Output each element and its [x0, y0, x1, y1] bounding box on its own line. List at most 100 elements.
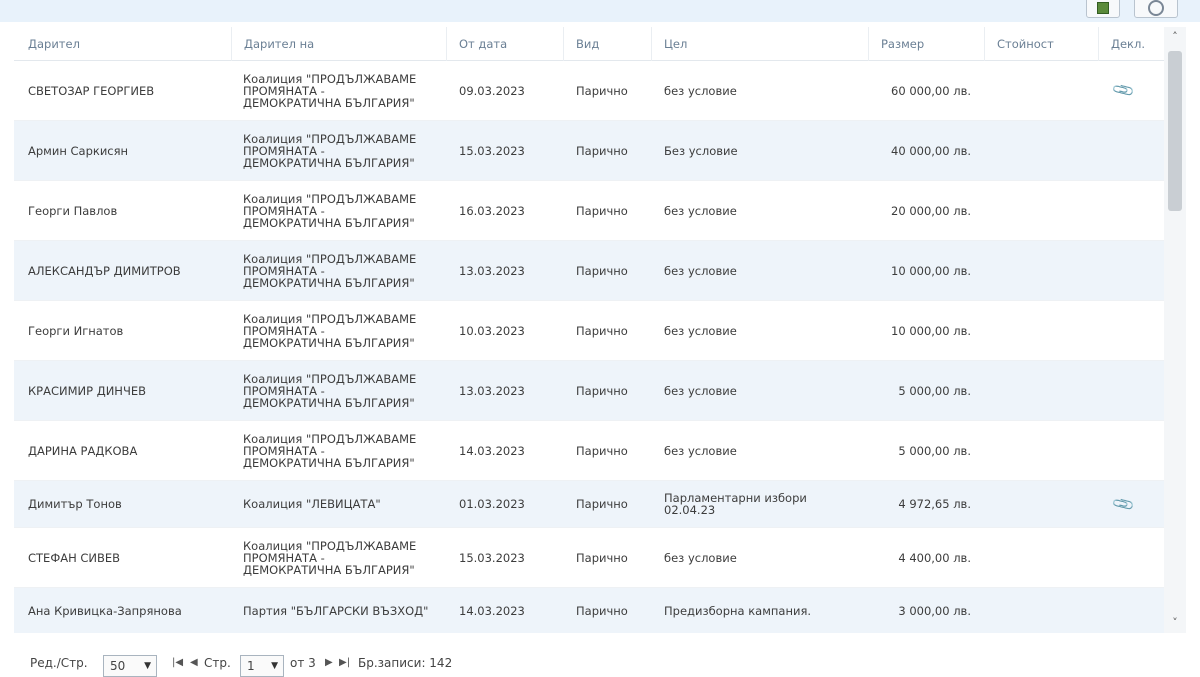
cell-donor: Георги Павлов — [28, 203, 118, 218]
table-row[interactable]: Ана Кривицка-Запрянова Партия "БЪЛГАРСКИ … — [14, 588, 1164, 633]
cell-recipient: Коалиция "ПРОДЪЛЖАВАМЕ ПРОМЯНАТА - ДЕМОКРА… — [243, 301, 443, 360]
purpose-line: Без условие — [664, 143, 738, 158]
cell-type: Парично — [576, 604, 628, 618]
cell-type: Парично — [576, 323, 628, 338]
cell-recipient: Коалиция "ПРОДЪЛЖАВАМЕ ПРОМЯНАТА - ДЕМОКРА… — [243, 61, 443, 120]
recipient-line: Коалиция "ПРОДЪЛЖАВАМЕ — [243, 371, 417, 386]
column-header-amount[interactable]: Размер — [868, 27, 984, 61]
cell-type: Парично — [576, 83, 628, 98]
cell-value — [996, 421, 1096, 480]
table-row[interactable]: Георги Павлов Коалиция "ПРОДЪЛЖАВАМЕ ПРОМЯ… — [14, 181, 1164, 241]
purpose-line: Предизборна кампания. — [664, 604, 812, 618]
cell-value — [996, 61, 1096, 120]
last-page-icon[interactable]: ▶| — [339, 657, 350, 668]
table-row[interactable]: АЛЕКСАНДЪР ДИМИТРОВ Коалиция "ПРОДЪЛЖАВАМ… — [14, 241, 1164, 301]
cell-donor: Ана Кривицка-Запрянова — [28, 604, 182, 618]
table-row[interactable]: Армин Саркисян Коалиция "ПРОДЪЛЖАВАМЕ ПРОМ… — [14, 121, 1164, 181]
column-header-purpose[interactable]: Цел — [651, 27, 868, 61]
purpose-line: без условие — [664, 323, 737, 338]
table-row[interactable]: СТЕФАН СИВЕВ Коалиция "ПРОДЪЛЖАВАМЕ ПРОМЯН… — [14, 528, 1164, 588]
table-row[interactable]: СВЕТОЗАР ГЕОРГИЕВ Коалиция "ПРОДЪЛЖАВАМЕ П… — [14, 61, 1164, 121]
recipient-line: Коалиция "ПРОДЪЛЖАВАМЕ — [243, 311, 417, 326]
pager: Ред./Стр. 50 ▼ |◀ ◀ Стр. 1 ▼ от 3 ▶ ▶| Б… — [0, 650, 1200, 677]
column-header-recipient[interactable]: Дарител на — [231, 27, 446, 61]
recipient-line: ПРОМЯНАТА - — [243, 443, 325, 458]
cell-value — [996, 361, 1096, 420]
page-count-label: от 3 — [290, 655, 316, 670]
table-row[interactable]: КРАСИМИР ДИНЧЕВ Коалиция "ПРОДЪЛЖАВАМЕ ПРО… — [14, 361, 1164, 421]
table-row[interactable]: ДАРИНА РАДКОВА Коалиция "ПРОДЪЛЖАВАМЕ ПРОМ… — [14, 421, 1164, 481]
cell-date: 14.03.2023 — [459, 604, 525, 618]
table-row[interactable]: Димитър Тонов Коалиция "ЛЕВИЦАТА" 01.03.20… — [14, 481, 1164, 528]
cell-type: Парично — [576, 550, 628, 565]
cell-purpose: без условие — [664, 181, 864, 240]
cell-donor: КРАСИМИР ДИНЧЕВ — [28, 383, 146, 398]
column-header-value[interactable]: Стойност — [984, 27, 1098, 61]
cell-amount: 10 000,00 лв. — [891, 263, 971, 278]
rows-per-page-label: Ред./Стр. — [30, 655, 88, 670]
cell-amount: 5 000,00 лв. — [898, 383, 971, 398]
cell-date: 14.03.2023 — [459, 443, 525, 458]
recipient-line: ДЕМОКРАТИЧНА БЪЛГАРИЯ" — [243, 395, 415, 410]
rows-per-page-select[interactable]: 50 ▼ — [103, 655, 157, 677]
purpose-line: 02.04.23 — [664, 503, 716, 517]
recipient-line: ПРОМЯНАТА - — [243, 83, 325, 98]
cell-recipient: Коалиция "ПРОДЪЛЖАВАМЕ ПРОМЯНАТА - ДЕМОКРА… — [243, 121, 443, 180]
recipient-line: ДЕМОКРАТИЧНА БЪЛГАРИЯ" — [243, 562, 415, 577]
refresh-button[interactable] — [1134, 0, 1178, 18]
recipient-line: ПРОМЯНАТА - — [243, 323, 325, 338]
excel-export-icon — [1097, 2, 1109, 14]
page-value: 1 — [247, 659, 255, 673]
cell-purpose: без условие — [664, 361, 864, 420]
cell-purpose: без условие — [664, 421, 864, 480]
first-page-icon[interactable]: |◀ — [172, 657, 183, 668]
cell-type: Парично — [576, 443, 628, 458]
cell-value — [996, 301, 1096, 360]
scroll-up-icon[interactable]: ˄ — [1164, 27, 1186, 47]
cell-amount: 3 000,00 лв. — [898, 604, 971, 618]
column-header-date[interactable]: От дата — [446, 27, 563, 61]
cell-date: 13.03.2023 — [459, 383, 525, 398]
attachment-icon[interactable]: 📎 — [1111, 77, 1137, 102]
chevron-down-icon: ▼ — [144, 661, 151, 671]
cell-donor: Армин Саркисян — [28, 143, 129, 158]
purpose-line: без условие — [664, 383, 737, 398]
next-page-icon[interactable]: ▶ — [325, 657, 333, 668]
recipient-line: ПРОМЯНАТА - — [243, 550, 325, 565]
recipient-line: ПРОМЯНАТА - — [243, 203, 325, 218]
cell-donor: СВЕТОЗАР ГЕОРГИЕВ — [28, 83, 155, 98]
cell-value — [996, 241, 1096, 300]
attachment-icon[interactable]: 📎 — [1111, 491, 1137, 516]
cell-donor: Георги Игнатов — [28, 323, 124, 338]
export-button[interactable] — [1086, 0, 1120, 18]
column-header-type[interactable]: Вид — [563, 27, 651, 61]
recipient-line: Коалиция "ПРОДЪЛЖАВАМЕ — [243, 251, 417, 266]
cell-recipient: Коалиция "ПРОДЪЛЖАВАМЕ ПРОМЯНАТА - ДЕМОКРА… — [243, 421, 443, 480]
purpose-line: без условие — [664, 263, 737, 278]
cell-amount: 20 000,00 лв. — [891, 203, 971, 218]
recipient-line: Партия "БЪЛГАРСКИ ВЪЗХОД" — [243, 604, 429, 618]
cell-donor: Димитър Тонов — [28, 497, 122, 511]
cell-recipient: Коалиция "ПРОДЪЛЖАВАМЕ ПРОМЯНАТА - ДЕМОКРА… — [243, 361, 443, 420]
chevron-down-icon: ▼ — [271, 661, 278, 671]
scrollbar-thumb[interactable] — [1168, 51, 1182, 211]
column-header-declaration[interactable]: Декл. — [1098, 27, 1164, 61]
column-header-donor[interactable]: Дарител — [28, 27, 228, 61]
rows-per-page-value: 50 — [110, 659, 126, 673]
cell-amount: 4 400,00 лв. — [898, 550, 971, 565]
cell-date: 16.03.2023 — [459, 203, 525, 218]
cell-purpose: Без условие — [664, 121, 864, 180]
cell-donor: АЛЕКСАНДЪР ДИМИТРОВ — [28, 263, 181, 278]
scroll-down-icon[interactable]: ˅ — [1164, 613, 1186, 633]
cell-purpose: без условие — [664, 61, 864, 120]
prev-page-icon[interactable]: ◀ — [190, 657, 198, 668]
page-select[interactable]: 1 ▼ — [240, 655, 284, 677]
recipient-line: ДЕМОКРАТИЧНА БЪЛГАРИЯ" — [243, 455, 415, 470]
vertical-scrollbar[interactable]: ˄ ˅ — [1164, 27, 1186, 633]
cell-recipient: Коалиция "ПРОДЪЛЖАВАМЕ ПРОМЯНАТА - ДЕМОКРА… — [243, 528, 443, 587]
cell-purpose: без условие — [664, 241, 864, 300]
table-row[interactable]: Георги Игнатов Коалиция "ПРОДЪЛЖАВАМЕ ПРОМ… — [14, 301, 1164, 361]
cell-value — [996, 121, 1096, 180]
recipient-line: ПРОМЯНАТА - — [243, 143, 325, 158]
cell-value — [996, 528, 1096, 587]
